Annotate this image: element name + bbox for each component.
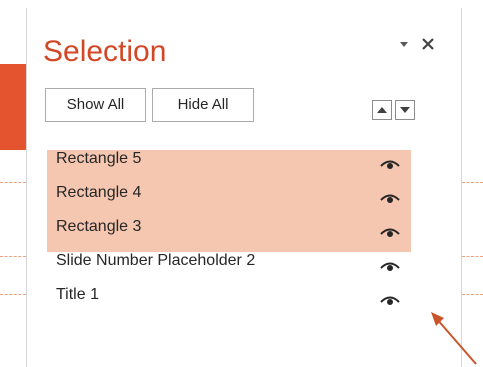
list-item-label: Title 1	[56, 286, 99, 303]
eye-icon	[380, 228, 400, 237]
chevron-down-icon	[400, 42, 408, 47]
visibility-toggle[interactable]	[379, 226, 401, 242]
slide-dashed-guide	[0, 256, 26, 257]
eye-icon	[380, 160, 400, 169]
slide-dashed-guide	[462, 182, 483, 183]
list-item[interactable]: Title 1	[47, 286, 411, 320]
triangle-up-icon	[377, 107, 387, 113]
list-item-label: Rectangle 3	[56, 218, 142, 235]
eye-icon	[380, 194, 400, 203]
list-item-label: Slide Number Placeholder 2	[56, 252, 256, 269]
list-item-label: Rectangle 4	[56, 184, 142, 201]
visibility-toggle[interactable]	[379, 158, 401, 174]
list-item[interactable]: Rectangle 3	[47, 218, 411, 252]
slide-dashed-guide	[462, 256, 483, 257]
pane-options-button[interactable]	[397, 34, 415, 54]
list-item-label: Rectangle 5	[56, 150, 142, 167]
send-backward-button[interactable]	[395, 100, 415, 120]
slide-dashed-guide	[0, 182, 26, 183]
triangle-down-icon	[400, 107, 410, 113]
eye-icon	[380, 262, 400, 271]
close-icon	[422, 38, 434, 50]
pane-title: Selection	[43, 35, 167, 68]
hide-all-button[interactable]: Hide All	[152, 88, 254, 122]
screenshot-stage: e C Selection Show All Hide All	[0, 0, 483, 367]
visibility-toggle[interactable]	[379, 192, 401, 208]
show-all-button[interactable]: Show All	[45, 88, 146, 122]
list-item[interactable]: Rectangle 4	[47, 184, 411, 218]
bring-forward-button[interactable]	[372, 100, 392, 120]
slide-dashed-guide	[462, 294, 483, 295]
slide-dashed-guide	[0, 294, 26, 295]
visibility-toggle[interactable]	[379, 294, 401, 310]
list-item[interactable]: Slide Number Placeholder 2	[47, 252, 411, 286]
visibility-toggle[interactable]	[379, 260, 401, 276]
selection-object-list: Rectangle 5 Rectangle 4 Rectangle 3 Slid…	[47, 150, 411, 320]
eye-icon	[380, 296, 400, 305]
pane-close-button[interactable]	[421, 32, 441, 56]
list-item[interactable]: Rectangle 5	[47, 150, 411, 184]
